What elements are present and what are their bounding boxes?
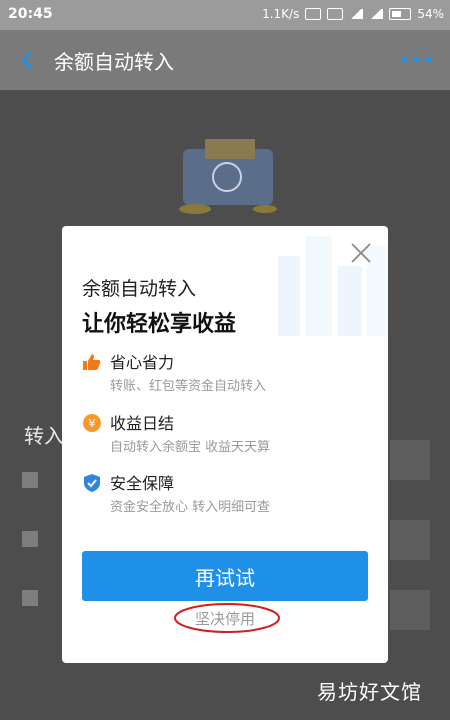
navigation-bar: 余额自动转入 <box>0 30 450 90</box>
yuan-coin-icon: ¥ <box>83 414 101 432</box>
feature-title: 安全保障 <box>110 474 175 493</box>
background-blur <box>390 440 430 480</box>
battery-icon <box>389 8 412 20</box>
watermark-text: 易坊好文馆 <box>317 680 422 704</box>
chevron-left-icon[interactable] <box>16 48 40 72</box>
auto-transfer-dialog: 余额自动转入 让你轻松享收益 省心省力 转账、红包等资金自动转入 ¥ 收益日结 … <box>62 226 388 663</box>
retry-button[interactable]: 再试试 <box>82 551 368 601</box>
feature-desc: 资金安全放心 转入明细可查 <box>110 500 271 515</box>
more-dots-icon[interactable] <box>402 56 432 64</box>
wallet-illustration-icon <box>179 139 277 214</box>
background-blur <box>390 590 430 630</box>
page-title: 余额自动转入 <box>54 50 174 74</box>
mute-icon <box>305 8 322 20</box>
close-icon[interactable] <box>350 242 372 264</box>
background-list-item <box>22 531 38 547</box>
battery-percent: 54% <box>417 7 444 21</box>
feature-title: 省心省力 <box>110 353 175 372</box>
status-right: 1.1K/s 54% <box>262 7 444 21</box>
dialog-subtitle: 余额自动转入 <box>82 278 197 300</box>
feature-desc: 自动转入余额宝 收益天天算 <box>110 440 271 455</box>
background-list-item <box>22 472 38 488</box>
status-time: 20:45 <box>8 6 53 22</box>
signal-icon <box>349 9 364 19</box>
hand-drawn-circle-annotation <box>174 603 280 633</box>
feature-title: 收益日结 <box>110 414 175 433</box>
background-section-label: 转入 <box>24 424 64 448</box>
shield-check-icon <box>84 474 100 492</box>
feature-desc: 转账、红包等资金自动转入 <box>110 379 267 394</box>
status-bar: 20:45 1.1K/s 54% <box>0 0 450 30</box>
svg-text:¥: ¥ <box>89 417 96 430</box>
hd-icon <box>327 8 344 20</box>
thumbs-up-icon <box>83 354 101 370</box>
signal-icon-2 <box>369 9 384 19</box>
background-blur <box>390 520 430 560</box>
network-speed: 1.1K/s <box>262 7 300 21</box>
background-list-item <box>22 590 38 606</box>
dialog-title: 让你轻松享收益 <box>82 312 237 337</box>
